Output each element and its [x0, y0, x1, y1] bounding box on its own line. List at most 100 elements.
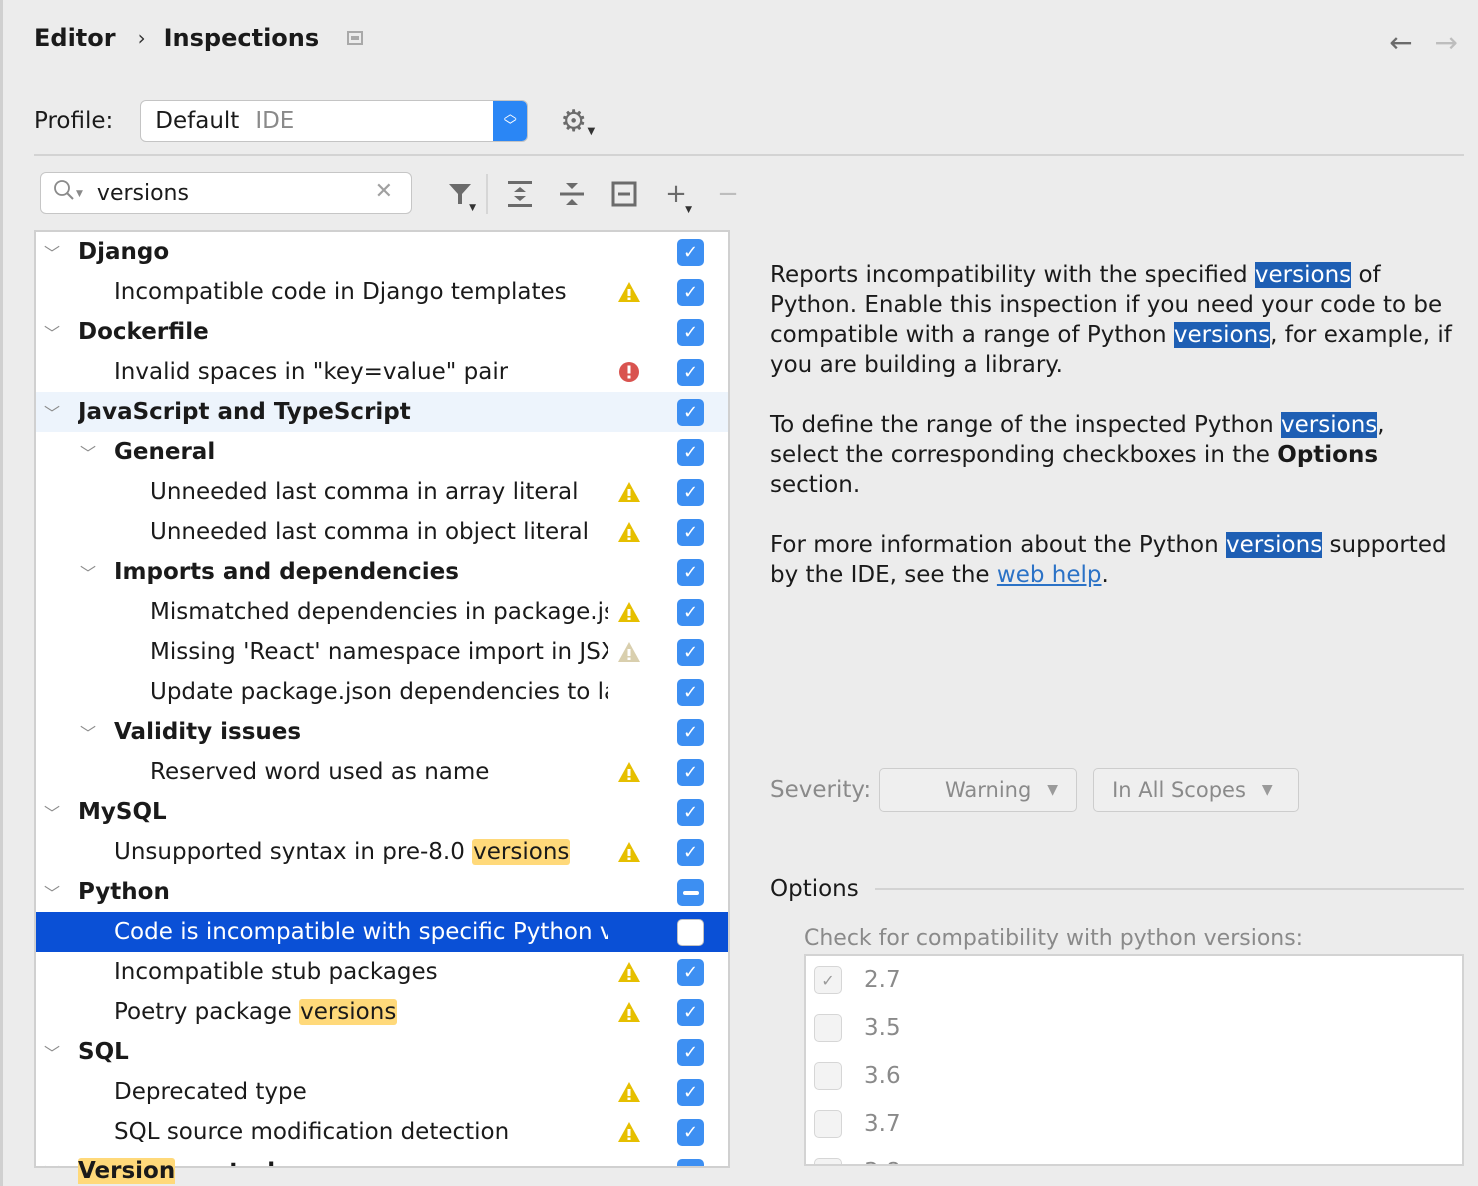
enable-checkbox[interactable]: ✓ [677, 799, 704, 826]
enable-checkbox[interactable]: ✓ [677, 559, 704, 586]
chevron-down-icon[interactable]: ﹀ [44, 800, 60, 824]
python-version-option[interactable]: 3.7 [814, 1110, 901, 1138]
enable-checkbox[interactable]: ✓ [677, 679, 704, 706]
search-match-highlight: versions [299, 999, 398, 1025]
version-checkbox[interactable] [814, 1158, 842, 1164]
forward-arrow-icon[interactable]: → [1435, 26, 1458, 59]
chevron-down-icon[interactable]: ﹀ [80, 560, 96, 584]
search-box[interactable]: ▼ ✕ [40, 172, 412, 214]
python-version-option[interactable]: 3.8 [814, 1158, 901, 1164]
chevron-down-icon[interactable]: ﹀ [80, 720, 96, 744]
inspections-tree[interactable]: ﹀ Django ✓ Incompatible code in Django temp… [34, 230, 730, 1168]
tree-group-row[interactable]: ﹀ SQL ✓ [36, 1032, 728, 1072]
tree-row[interactable]: Reserved word used as name ✓ [36, 752, 728, 792]
tree-row[interactable]: SQL source modification detection ✓ [36, 1112, 728, 1152]
remove-icon[interactable]: − [702, 179, 754, 209]
reset-icon[interactable] [598, 181, 650, 207]
chevron-down-icon[interactable]: ﹀ [44, 880, 60, 904]
tree-group-row[interactable]: ﹀ Validity issues ✓ [36, 712, 728, 752]
tree-group-row[interactable]: ﹀ Dockerfile ✓ [36, 312, 728, 352]
tree-group-row[interactable]: ﹀ JavaScript and TypeScript ✓ [36, 392, 728, 432]
severity-dropdown[interactable]: Warning ▼ [879, 768, 1078, 812]
clear-search-icon[interactable]: ✕ [375, 179, 393, 204]
tree-group-row[interactable]: ﹀ Imports and dependencies ✓ [36, 552, 728, 592]
tree-row[interactable]: Missing 'React' namespace import in JSX … [36, 632, 728, 672]
search-history-icon[interactable]: ▼ [76, 189, 83, 199]
chevron-down-icon[interactable]: ﹀ [44, 1160, 60, 1166]
chevron-down-icon[interactable]: ﹀ [44, 320, 60, 344]
version-checkbox[interactable]: ✓ [814, 966, 842, 994]
chevron-down-icon[interactable]: ﹀ [44, 400, 60, 424]
tree-row-label: SQL source modification detection [114, 1119, 510, 1145]
warning-icon [617, 1000, 641, 1024]
chevron-down-icon: ▼ [1047, 782, 1059, 798]
python-version-option[interactable]: 3.5 [814, 1014, 901, 1042]
enable-checkbox[interactable]: ✓ [677, 719, 704, 746]
collapse-all-icon[interactable] [546, 180, 598, 208]
chevron-down-icon[interactable]: ﹀ [44, 1040, 60, 1064]
enable-checkbox[interactable]: ✓ [677, 839, 704, 866]
tree-row[interactable]: Unsupported syntax in pre-8.0 versions ✓ [36, 832, 728, 872]
enable-checkbox[interactable]: ✓ [677, 279, 704, 306]
enable-checkbox[interactable] [677, 879, 704, 906]
back-arrow-icon[interactable]: ← [1389, 26, 1412, 59]
tree-row[interactable]: Incompatible stub packages ✓ [36, 952, 728, 992]
tree-row[interactable]: Mismatched dependencies in package.json ✓ [36, 592, 728, 632]
enable-checkbox[interactable] [677, 919, 704, 946]
tree-row[interactable]: Unneeded last comma in object literal ✓ [36, 512, 728, 552]
tree-row[interactable]: Code is incompatible with specific Pytho… [36, 912, 728, 952]
chevron-down-icon[interactable]: ﹀ [80, 440, 96, 464]
tree-group-row[interactable]: ﹀ Django ✓ [36, 232, 728, 272]
search-input[interactable] [96, 180, 347, 206]
tree-group-row[interactable]: ﹀ MySQL ✓ [36, 792, 728, 832]
tree-row[interactable]: Update package.json dependencies to late… [36, 672, 728, 712]
tree-row[interactable]: Poetry package versions ✓ [36, 992, 728, 1032]
enable-checkbox[interactable]: ✓ [677, 599, 704, 626]
version-checkbox[interactable] [814, 1110, 842, 1138]
toolbar-separator [486, 174, 488, 214]
enable-checkbox[interactable]: ✓ [677, 759, 704, 786]
version-checkbox[interactable] [814, 1062, 842, 1090]
enable-checkbox[interactable]: ✓ [677, 519, 704, 546]
breadcrumb-editor[interactable]: Editor [34, 24, 116, 52]
tree-row[interactable]: Unneeded last comma in array literal ✓ [36, 472, 728, 512]
description-paragraph: Reports incompatibility with the specifi… [770, 262, 1452, 378]
expand-all-icon[interactable] [494, 180, 546, 208]
add-icon[interactable]: + ▼ [650, 179, 702, 215]
tree-group-row[interactable]: ﹀ General ✓ [36, 432, 728, 472]
enable-checkbox[interactable]: ✓ [677, 1039, 704, 1066]
chevron-down-icon[interactable]: ﹀ [44, 240, 60, 264]
enable-checkbox[interactable]: ✓ [677, 399, 704, 426]
tree-group-row[interactable]: ﹀ Python [36, 872, 728, 912]
scope-dropdown[interactable]: In All Scopes ▼ [1093, 768, 1300, 812]
python-version-option[interactable]: 3.6 [814, 1062, 901, 1090]
enable-checkbox[interactable]: ✓ [677, 359, 704, 386]
enable-checkbox[interactable]: ✓ [677, 639, 704, 666]
enable-checkbox[interactable]: ✓ [677, 1119, 704, 1146]
tree-row-label: General [114, 439, 216, 465]
enable-checkbox[interactable]: ✓ [677, 1079, 704, 1106]
enable-checkbox[interactable]: ✓ [677, 999, 704, 1026]
profile-select[interactable]: Default IDE ︿ ﹀ [140, 100, 529, 142]
tree-row[interactable]: Invalid spaces in "key=value" pair ✓ [36, 352, 728, 392]
tree-row-label: JavaScript and TypeScript [78, 399, 411, 425]
pin-window-icon[interactable] [347, 31, 364, 45]
enable-checkbox[interactable]: ✓ [677, 319, 704, 346]
search-icon[interactable] [53, 179, 75, 207]
gear-icon[interactable]: ⚙ ▼ [560, 104, 595, 139]
enable-checkbox[interactable]: ✓ [677, 959, 704, 986]
version-checkbox[interactable] [814, 1014, 842, 1042]
version-label: 3.5 [864, 1015, 901, 1041]
tree-row-label: Python [78, 879, 170, 905]
enable-checkbox[interactable]: ✓ [677, 479, 704, 506]
enable-checkbox[interactable]: ✓ [677, 439, 704, 466]
tree-row[interactable]: Incompatible code in Django templates ✓ [36, 272, 728, 312]
tree-row[interactable]: Deprecated type ✓ [36, 1072, 728, 1112]
python-versions-list[interactable]: ✓ 2.7 3.5 3.6 3.7 3.8 [804, 954, 1464, 1166]
filter-icon[interactable]: ▼ [434, 181, 486, 213]
enable-checkbox[interactable]: ✓ [677, 1159, 704, 1166]
select-stepper-icon[interactable]: ︿ ﹀ [493, 101, 528, 141]
web-help-link[interactable]: web help [997, 562, 1102, 588]
enable-checkbox[interactable]: ✓ [677, 239, 704, 266]
python-version-option[interactable]: ✓ 2.7 [814, 966, 901, 994]
